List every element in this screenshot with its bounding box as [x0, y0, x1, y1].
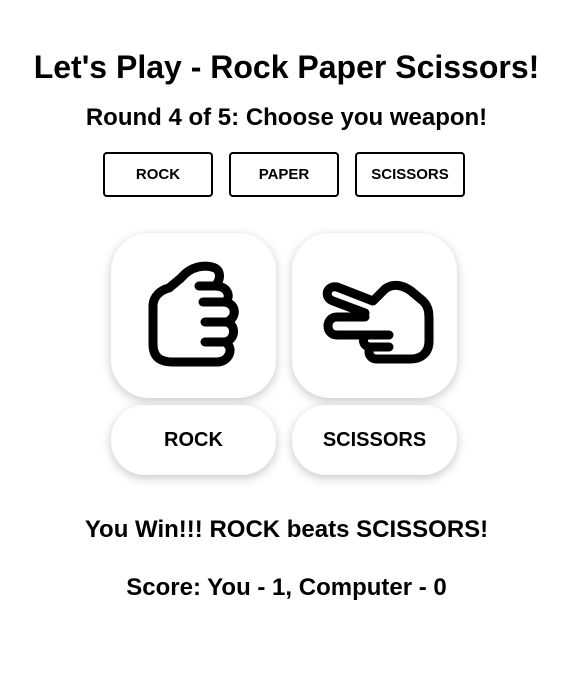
paper-button[interactable]: PAPER	[229, 152, 339, 197]
player-choice-label: ROCK	[111, 405, 276, 475]
page-title: Let's Play - Rock Paper Scissors!	[33, 49, 540, 85]
scissors-button[interactable]: SCISSORS	[355, 152, 465, 197]
computer-choice-label: SCISSORS	[292, 405, 457, 475]
scissors-hand-icon	[322, 280, 433, 363]
result-message: You Win!!! ROCK beats SCISSORS!	[84, 516, 489, 543]
rock-button[interactable]: ROCK	[103, 152, 213, 197]
score-display: Score: You - 1, Computer - 0	[126, 574, 447, 601]
rock-fist-icon	[148, 261, 239, 366]
computer-choice-card	[292, 233, 457, 398]
player-choice-card	[111, 233, 276, 398]
round-prompt: Round 4 of 5: Choose you weapon!	[85, 104, 488, 131]
